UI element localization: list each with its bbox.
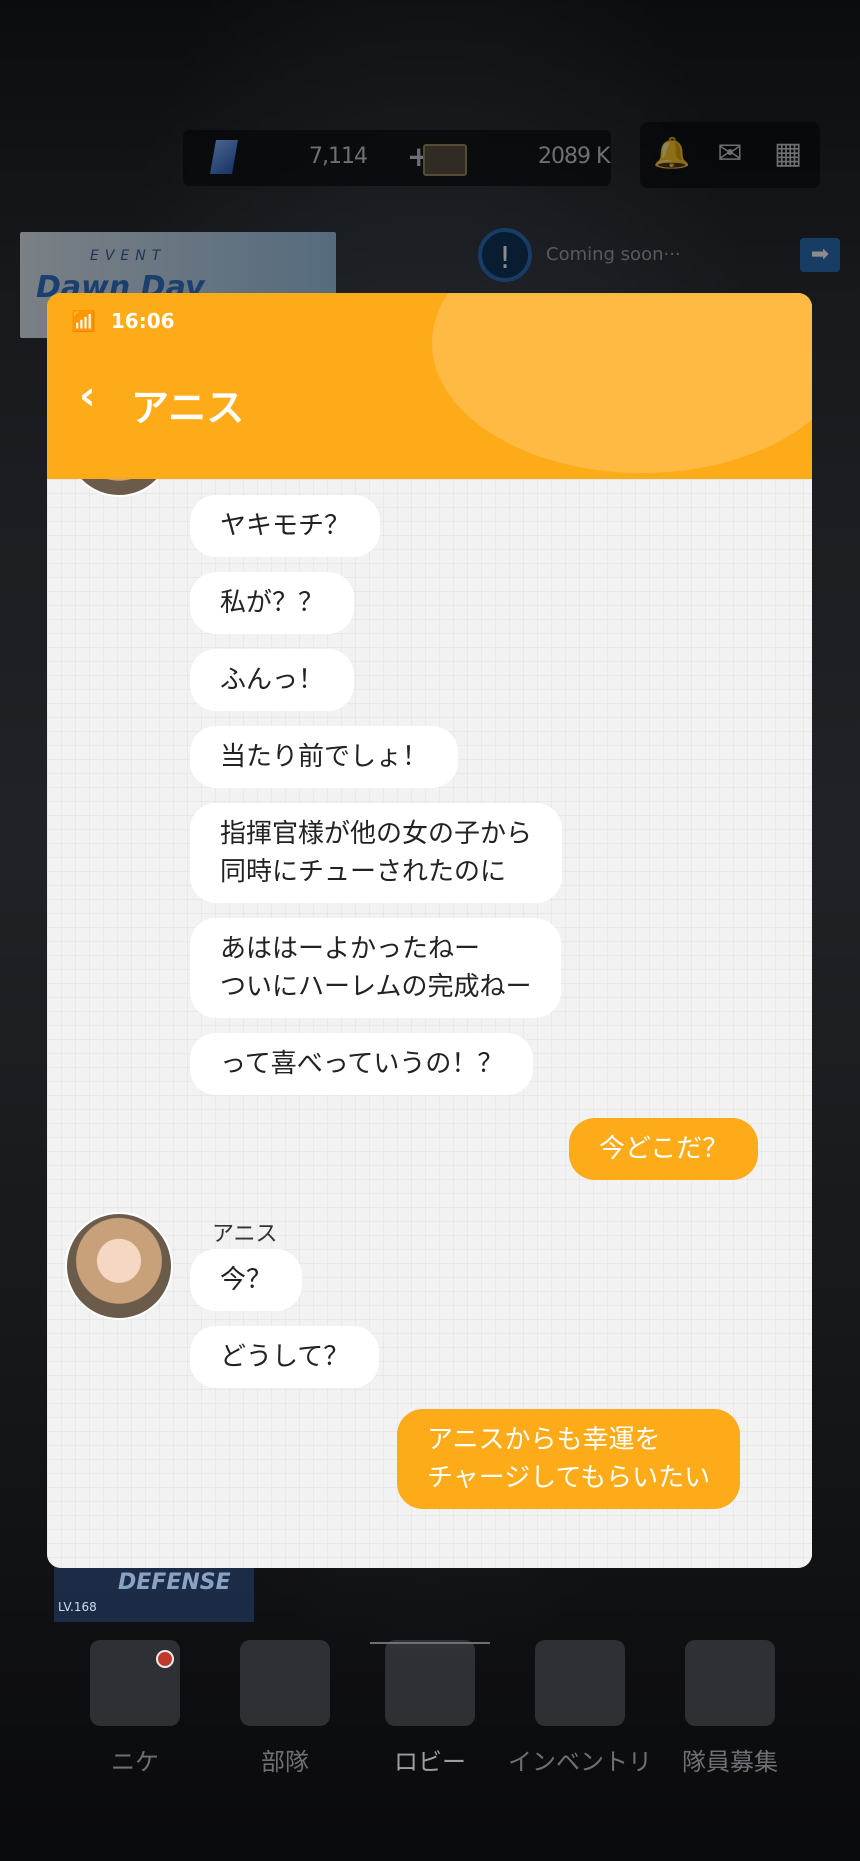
- sender-name: アニス: [212, 1222, 278, 1247]
- nav-label: 部隊: [261, 1748, 309, 1776]
- message-bubble: 私が？？: [190, 572, 355, 634]
- message-bubble-outgoing: 今どこだ？: [569, 1118, 759, 1180]
- nav-nikke[interactable]: ニケ: [60, 1640, 210, 1777]
- notification-badge: [156, 1650, 174, 1668]
- message-bubble: ヤキモチ？: [190, 495, 381, 557]
- wifi-icon: 📶: [71, 309, 96, 333]
- back-chevron-icon[interactable]: ‹: [79, 373, 95, 419]
- recruit-icon: [685, 1640, 775, 1726]
- lobby-icon: [385, 1640, 475, 1726]
- nav-inventory[interactable]: インベントリ: [505, 1640, 655, 1777]
- nav-squad[interactable]: 部隊: [210, 1640, 360, 1777]
- chat-header: 📶 16:06 ‹ アニス: [47, 293, 812, 479]
- inventory-icon: [535, 1640, 625, 1726]
- message-bubble: 指揮官様が他の女の子から 同時にチューされたのに: [190, 803, 563, 903]
- nav-label: 隊員募集: [682, 1748, 778, 1776]
- message-bubble: ふんっ！: [190, 649, 355, 711]
- anis-avatar: [65, 479, 173, 497]
- message-bubble: あははーよかったねー ついにハーレムの完成ねー: [190, 918, 562, 1018]
- anis-avatar: [65, 1212, 173, 1320]
- message-bubble: 当たり前でしょ！: [190, 726, 459, 788]
- bottom-nav: ニケ 部隊 ロビー インベントリ 隊員募集: [60, 1640, 800, 1790]
- defense-label: DEFENSE: [118, 1570, 231, 1595]
- header-decoration: [432, 293, 812, 473]
- message-bubble: どうして？: [190, 1326, 380, 1388]
- squad-icon: [240, 1640, 330, 1726]
- chat-dialog: 📶 16:06 ‹ アニス ヤキモチ？ 私が？？ ふんっ！ 当たり前でしょ！ 指…: [47, 293, 812, 1568]
- nav-label: インベントリ: [508, 1748, 652, 1776]
- chat-title: アニス: [131, 386, 245, 430]
- defense-card[interactable]: DEFENSE LV.168: [54, 1560, 254, 1622]
- defense-level: LV.168: [58, 1600, 97, 1614]
- nav-label: ロビー: [394, 1748, 466, 1776]
- nav-recruit[interactable]: 隊員募集: [655, 1640, 805, 1777]
- nav-lobby[interactable]: ロビー: [355, 1640, 505, 1777]
- message-bubble: 今？: [190, 1249, 303, 1311]
- message-bubble: って喜べっていうの！？: [190, 1033, 534, 1095]
- status-bar: 📶 16:06: [71, 309, 175, 333]
- message-bubble-outgoing: アニスからも幸運を チャージしてもらいたい: [397, 1409, 741, 1509]
- clock: 16:06: [110, 309, 175, 333]
- nav-label: ニケ: [111, 1748, 159, 1776]
- message-list[interactable]: ヤキモチ？ 私が？？ ふんっ！ 当たり前でしょ！ 指揮官様が他の女の子から 同時…: [47, 479, 812, 1568]
